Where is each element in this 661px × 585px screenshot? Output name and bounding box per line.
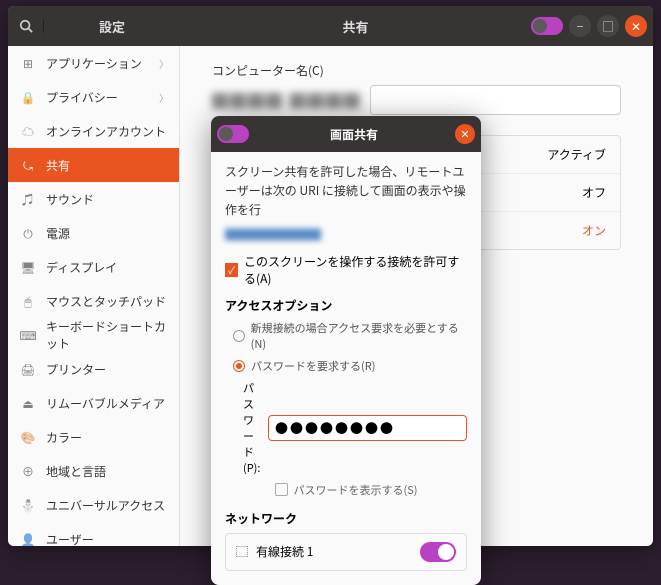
wired-label: 有線接続 1 [256, 543, 412, 560]
page-title: 共有 [180, 6, 531, 46]
sidebar-icon: 🖱 [18, 293, 38, 310]
settings-title: 設定 [44, 17, 180, 36]
maximize-button[interactable]: □ [597, 15, 619, 37]
chevron-right-icon: 〉 [159, 90, 169, 105]
dialog-title: 画面共有 [253, 126, 455, 143]
sidebar-label: ディスプレイ [46, 259, 169, 276]
sidebar-label: ユーザー [46, 531, 169, 547]
dialog-master-toggle[interactable] [217, 125, 249, 143]
sidebar-item-4[interactable]: ♫ サウンド [8, 182, 179, 216]
sidebar-icon: ⛄ [18, 497, 38, 514]
sidebar-label: 地域と言語 [46, 463, 169, 480]
radio-new-label: 新規接続の場合アクセス要求を必要とする(N) [251, 320, 467, 352]
allow-control-checkbox[interactable]: ✓ [225, 263, 238, 277]
sidebar-item-6[interactable]: 🖥 ディスプレイ [8, 250, 179, 284]
network-header: ネットワーク [225, 510, 467, 527]
sharing-master-toggle[interactable] [531, 17, 563, 35]
sidebar-item-9[interactable]: 🖨 プリンター [8, 352, 179, 386]
sidebar-item-11[interactable]: 🎨 カラー [8, 420, 179, 454]
sidebar-item-8[interactable]: ⌨ キーボードショートカット [8, 318, 179, 352]
sidebar-item-7[interactable]: 🖱 マウスとタッチパッド [8, 284, 179, 318]
sidebar-icon: 🔒 [18, 89, 38, 106]
sidebar-icon: 🖨 [18, 361, 38, 378]
sidebar-label: マウスとタッチパッド [46, 293, 169, 310]
sidebar-icon: 🖥 [18, 259, 38, 276]
sidebar-icon: ♫ [18, 191, 38, 208]
wired-icon: ⬚ [236, 543, 248, 560]
sidebar-icon: 🎨 [18, 429, 38, 446]
sidebar-item-5[interactable]: ⏻ 電源 [8, 216, 179, 250]
header-right: − □ ✕ [531, 6, 653, 46]
sidebar: ⊞アプリケーション〉🔒プライバシー〉☁オンラインアカウント⤿共有♫サウンド⏻電源… [8, 46, 180, 546]
sidebar-label: プリンター [46, 361, 169, 378]
allow-control-label: このスクリーンを操作する接続を許可する(A) [244, 253, 467, 287]
sidebar-icon: ⏻ [18, 225, 38, 242]
allow-control-row[interactable]: ✓ このスクリーンを操作する接続を許可する(A) [225, 253, 467, 287]
computer-name-input[interactable] [370, 85, 621, 115]
wired-toggle[interactable] [420, 542, 456, 562]
sidebar-item-14[interactable]: 👤 ユーザー [8, 522, 179, 546]
network-row: ⬚ 有線接続 1 [225, 533, 467, 571]
sidebar-label: キーボードショートカット [46, 318, 169, 352]
dialog-header: 画面共有 ✕ [211, 116, 481, 152]
share-row-status: アクティブ [547, 146, 606, 163]
sidebar-label: 共有 [46, 157, 169, 174]
sidebar-item-2[interactable]: ☁ オンラインアカウント [8, 114, 179, 148]
sidebar-icon: ⌨ [18, 327, 38, 344]
sidebar-label: オンラインアカウント [46, 123, 169, 140]
dialog-blurred-uri: ████████ [225, 226, 467, 243]
sidebar-item-13[interactable]: ⛄ ユニバーサルアクセス [8, 488, 179, 522]
radio-new-icon [233, 330, 245, 342]
computer-name-label: コンピューター名(C) [212, 62, 621, 79]
radio-require-password[interactable]: パスワードを要求する(R) [233, 358, 467, 374]
password-input[interactable] [268, 415, 467, 441]
sidebar-icon: ⤿ [18, 157, 38, 174]
sidebar-label: 電源 [46, 225, 169, 242]
sidebar-label: ユニバーサルアクセス [46, 497, 169, 514]
sidebar-icon: ⊞ [18, 55, 38, 72]
computer-name-blurred: ████ ████ [212, 88, 362, 112]
radio-pw-label: パスワードを要求する(R) [251, 358, 375, 374]
sidebar-item-0[interactable]: ⊞ アプリケーション〉 [8, 46, 179, 80]
sidebar-item-3[interactable]: ⤿ 共有 [8, 148, 179, 182]
show-password-row[interactable]: パスワードを表示する(S) [225, 482, 467, 498]
sidebar-label: サウンド [46, 191, 169, 208]
password-row: パスワード(P): [243, 380, 467, 476]
sidebar-item-12[interactable]: ⊕ 地域と言語 [8, 454, 179, 488]
close-button[interactable]: ✕ [625, 15, 647, 37]
sidebar-label: リムーバブルメディア [46, 395, 169, 412]
share-row-status: オフ [582, 184, 606, 201]
search-icon [19, 19, 33, 33]
titlebar: 設定 共有 − □ ✕ [8, 6, 653, 46]
password-label: パスワード(P): [243, 380, 262, 476]
screen-sharing-dialog: 画面共有 ✕ スクリーン共有を許可した場合、リモートユーザーは次の URI に接… [211, 116, 481, 585]
computer-name-row: ████ ████ [212, 85, 621, 115]
sidebar-item-1[interactable]: 🔒 プライバシー〉 [8, 80, 179, 114]
show-password-checkbox[interactable] [275, 483, 288, 496]
sidebar-icon: ⊕ [18, 463, 38, 480]
dialog-body: スクリーン共有を許可した場合、リモートユーザーは次の URI に接続して画面の表… [211, 152, 481, 585]
share-row-status: オン [582, 222, 606, 239]
minimize-button[interactable]: − [569, 15, 591, 37]
radio-new-connection[interactable]: 新規接続の場合アクセス要求を必要とする(N) [233, 320, 467, 352]
chevron-right-icon: 〉 [159, 56, 169, 71]
sidebar-label: プライバシー [46, 89, 159, 106]
radio-pw-icon [233, 360, 245, 372]
sidebar-item-10[interactable]: ⏏ リムーバブルメディア [8, 386, 179, 420]
sidebar-icon: 👤 [18, 531, 38, 547]
dialog-description: スクリーン共有を許可した場合、リモートユーザーは次の URI に接続して画面の表… [225, 162, 467, 220]
access-options-header: アクセスオプション [225, 297, 467, 314]
header-left: 設定 [8, 6, 180, 46]
sidebar-label: カラー [46, 429, 169, 446]
dialog-close-button[interactable]: ✕ [455, 124, 475, 144]
sidebar-icon: ☁ [18, 123, 38, 140]
sidebar-label: アプリケーション [46, 55, 159, 72]
show-password-label: パスワードを表示する(S) [294, 482, 418, 498]
search-button[interactable] [8, 19, 44, 33]
sidebar-icon: ⏏ [18, 395, 38, 412]
